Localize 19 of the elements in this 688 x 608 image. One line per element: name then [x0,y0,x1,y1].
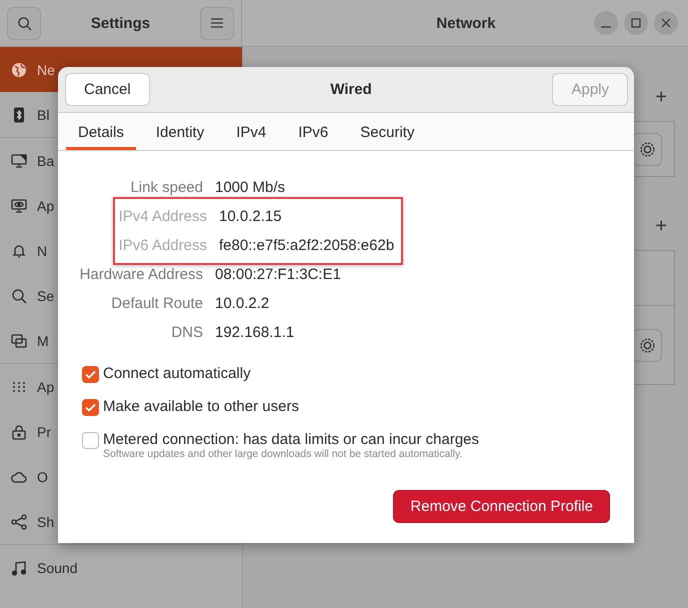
detail-label: DNS [170,324,203,341]
detail-value: 1000 Mb/s [215,179,286,196]
detail-value: 192.168.1.1 [215,324,294,341]
option-hint: Software updates and other large downloads will not be started automatically. [103,448,464,460]
detail-value: fe80::e7f5:a2f2:2058:e62b [219,237,394,254]
detail-label: Link speed [129,179,203,196]
detail-label: IPv4 Address [118,208,207,225]
option-label: Make available to other users [103,398,299,415]
dialog-title: Wired [329,81,373,98]
detail-value: 10.0.2.2 [215,295,270,312]
app-title: Settings [90,14,150,32]
option-label: Connect automatically [103,365,251,382]
detail-value: 08:00:27:F1:3C:E1 [215,266,341,283]
detail-label: Hardware Address [78,266,203,283]
detail-label: Default Route [110,295,203,312]
window-title: Network [435,14,497,32]
option-label: Metered connection: has data limits or can incur charges [103,431,480,448]
detail-value: 10.0.2.15 [219,208,282,225]
detail-label: IPv6 Address [118,237,207,254]
